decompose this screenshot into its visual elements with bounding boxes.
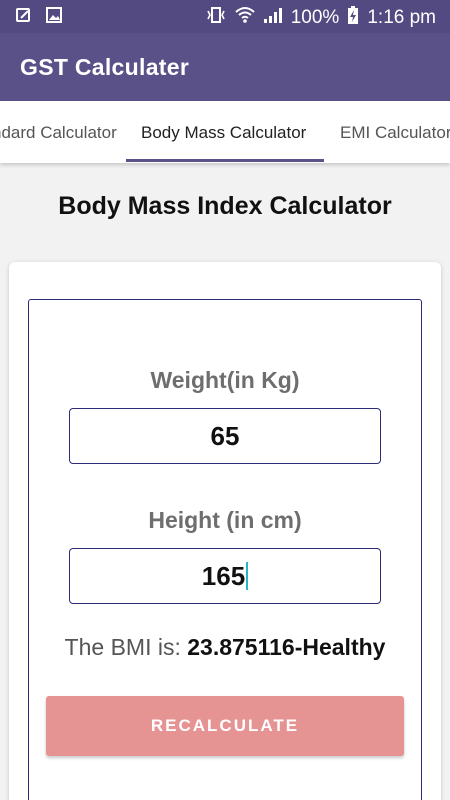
- app-bar: GST Calculater: [0, 33, 450, 101]
- text-cursor: [246, 562, 249, 591]
- app-title: GST Calculater: [20, 54, 190, 80]
- vibrate-icon: [205, 6, 227, 30]
- signal-icon: [263, 6, 283, 30]
- status-bar: 100% 1:16 pm: [0, 0, 450, 33]
- tab-active-indicator: [126, 159, 324, 162]
- notification-edit-icon: [16, 7, 32, 28]
- height-label: Height (in cm): [148, 507, 302, 533]
- wifi-icon: [235, 6, 255, 30]
- height-input[interactable]: 165: [69, 548, 381, 604]
- tab-body-mass-calculator[interactable]: Body Mass Calculator: [141, 123, 306, 143]
- height-value: 165: [201, 561, 246, 591]
- status-time: 1:16 pm: [367, 7, 436, 28]
- bmi-result-value: 23.875116-Healthy: [187, 634, 386, 660]
- gallery-icon: [46, 7, 62, 28]
- recalculate-button[interactable]: RECALCULATE: [46, 696, 404, 756]
- battery-charging-icon: [347, 5, 359, 31]
- page-title: Body Mass Index Calculator: [58, 192, 392, 220]
- weight-input[interactable]: 65: [69, 408, 381, 464]
- weight-label: Weight(in Kg): [150, 367, 300, 393]
- tab-standard-calculator[interactable]: ndard Calculator: [0, 123, 117, 143]
- bmi-result-prefix: The BMI is:: [64, 634, 188, 660]
- bmi-result: The BMI is: 23.875116-Healthy: [0, 634, 450, 661]
- tab-bar: ndard Calculator Body Mass Calculator EM…: [0, 101, 450, 163]
- weight-value: 65: [210, 421, 240, 451]
- battery-percent: 100%: [290, 7, 340, 28]
- tab-emi-calculator[interactable]: EMI Calculator: [340, 123, 450, 143]
